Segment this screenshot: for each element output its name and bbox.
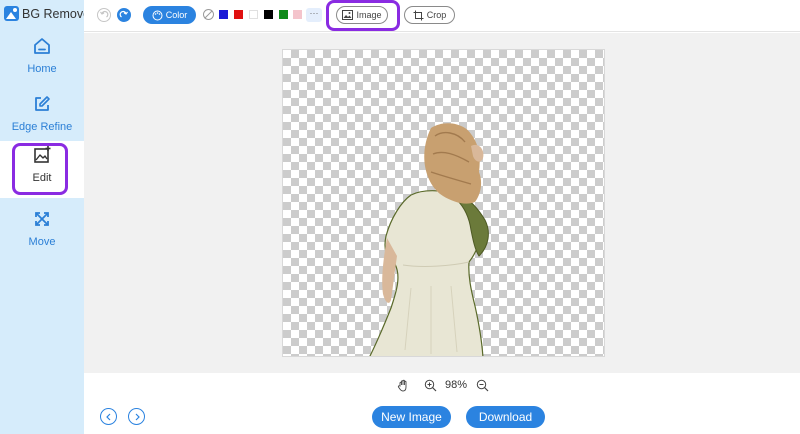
image-canvas[interactable] <box>282 49 605 357</box>
crop-icon <box>413 10 424 20</box>
image-icon <box>342 10 354 20</box>
sidebar-item-home[interactable]: Home <box>0 32 84 90</box>
toolbar: Color ··· Image Crop <box>84 0 800 32</box>
swatch-white[interactable] <box>249 10 258 19</box>
sidebar-item-label: Edge Refine <box>11 121 73 133</box>
swatch-black[interactable] <box>264 10 273 19</box>
edit-pen-icon <box>35 96 50 111</box>
crop-label: Crop <box>426 10 447 20</box>
redo-button[interactable] <box>117 8 131 22</box>
logo-icon <box>4 6 19 21</box>
image-label: Image <box>356 10 382 20</box>
sidebar-item-move[interactable]: Move <box>0 205 84 263</box>
sidebar: BG Remover Home Edge Refine Edit Move <box>0 0 94 434</box>
chevron-left-icon <box>105 413 110 420</box>
zoom-out-icon[interactable] <box>476 379 489 392</box>
swatch-blue[interactable] <box>219 10 228 19</box>
chevron-right-icon <box>135 413 140 420</box>
zoom-in-icon[interactable] <box>424 379 437 392</box>
hand-pan-icon[interactable] <box>397 379 410 392</box>
brand: BG Remover <box>4 6 94 21</box>
home-icon <box>34 38 50 54</box>
sidebar-item-edge-refine[interactable]: Edge Refine <box>0 90 84 148</box>
swatch-red[interactable] <box>234 10 243 19</box>
swatch-pink[interactable] <box>293 10 302 19</box>
sidebar-item-label: Move <box>28 236 56 248</box>
bg-remover-app: BG Remover Home Edge Refine Edit Move Co… <box>0 0 800 434</box>
download-button[interactable]: Download <box>466 406 545 428</box>
undo-icon <box>100 10 109 18</box>
redo-icon <box>119 10 128 18</box>
sidebar-item-edit[interactable]: Edit <box>0 141 84 198</box>
move-arrows-icon <box>35 212 49 226</box>
more-colors-button[interactable]: ··· <box>306 8 322 22</box>
cutout-subject <box>369 123 489 356</box>
image-edit-icon <box>34 146 51 163</box>
color-button[interactable]: Color <box>143 6 196 24</box>
image-background-button[interactable]: Image <box>336 6 388 24</box>
next-button[interactable] <box>128 408 145 425</box>
palette-icon <box>152 10 163 20</box>
transparent-color-option[interactable] <box>203 9 214 20</box>
swatch-green[interactable] <box>279 10 288 19</box>
new-image-button[interactable]: New Image <box>372 406 451 428</box>
zoom-level: 98% <box>445 379 468 391</box>
undo-button[interactable] <box>97 8 111 22</box>
color-label: Color <box>165 10 188 20</box>
previous-button[interactable] <box>100 408 117 425</box>
sidebar-item-label: Edit <box>32 172 52 184</box>
footer: New Image Download <box>84 398 800 434</box>
crop-button[interactable]: Crop <box>404 6 455 24</box>
workspace <box>84 33 800 373</box>
sidebar-item-label: Home <box>27 63 57 75</box>
zoom-bar: 98% <box>84 373 800 398</box>
